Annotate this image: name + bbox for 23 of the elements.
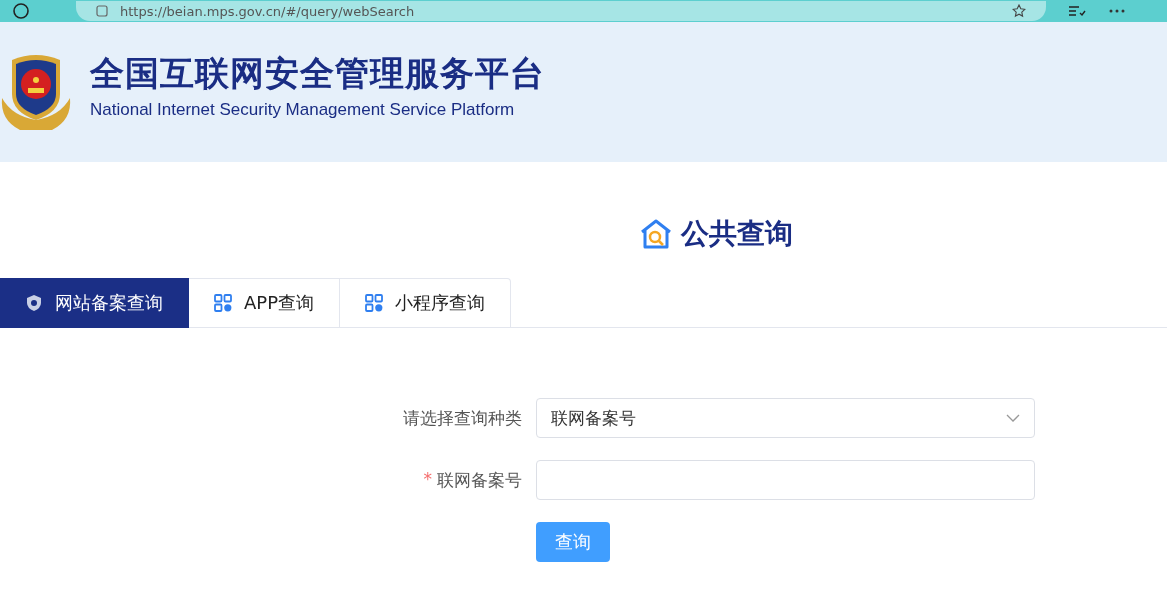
page-title: 公共查询 bbox=[680, 216, 793, 252]
chevron-down-icon bbox=[1006, 414, 1020, 422]
shield-icon bbox=[25, 294, 43, 312]
tab[interactable]: 小程序查询 bbox=[340, 278, 512, 328]
url-text: https://beian.mps.gov.cn/#/query/webSearch bbox=[120, 4, 415, 18]
field-label: 联网备案号 bbox=[437, 468, 522, 492]
grid-icon bbox=[214, 294, 232, 312]
site-title: 全国互联网安全管理服务平台 bbox=[90, 54, 545, 94]
record-number-field[interactable] bbox=[536, 460, 1035, 500]
favorites-icon[interactable] bbox=[1068, 4, 1086, 18]
tab[interactable]: 网站备案查询 bbox=[0, 278, 189, 328]
site-subtitle: National Internet Security Management Service Platform bbox=[90, 99, 516, 120]
page-icon bbox=[96, 5, 108, 17]
field-label: 请选择查询种类 bbox=[403, 406, 522, 430]
more-icon[interactable] bbox=[1108, 8, 1126, 14]
required-mark: * bbox=[423, 468, 432, 491]
query-type-select[interactable]: 联网备案号 bbox=[536, 398, 1035, 438]
tab[interactable]: APP查询 bbox=[189, 278, 341, 328]
reload-icon[interactable] bbox=[12, 2, 30, 20]
grid-icon bbox=[365, 294, 384, 312]
address-bar[interactable]: https://beian.mps.gov.cn/#/query/webSearch bbox=[76, 1, 1046, 21]
house-search-icon bbox=[638, 218, 673, 250]
star-icon[interactable] bbox=[1012, 4, 1026, 18]
